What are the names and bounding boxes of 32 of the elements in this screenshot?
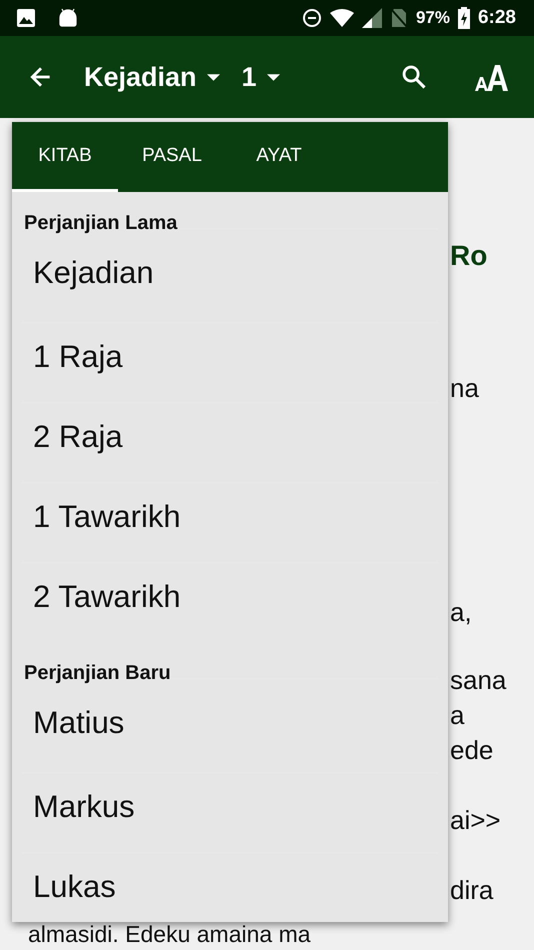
clock: 6:28 xyxy=(478,7,516,29)
chapter-dropdown[interactable]: 1 xyxy=(242,62,280,92)
android-icon xyxy=(58,8,78,28)
caret-icon xyxy=(206,74,220,80)
caret-icon xyxy=(266,74,280,80)
book-list-item[interactable]: 2 Raja xyxy=(22,402,438,482)
verse-text: a, xyxy=(450,597,473,627)
book-list-item[interactable]: 2 Tawarikh xyxy=(22,562,438,642)
verse-text: sana xyxy=(450,665,508,695)
signal-icon xyxy=(362,8,382,28)
verse-text: ai>> xyxy=(450,805,502,835)
tab[interactable]: AYAT xyxy=(226,122,332,192)
verse-text: a xyxy=(450,700,466,730)
do-not-disturb-icon xyxy=(302,8,322,28)
book-dropdown[interactable]: Kejadian xyxy=(84,62,220,92)
book-list-item[interactable]: 1 Tawarikh xyxy=(22,482,438,562)
verse-text: dira xyxy=(450,875,494,905)
search-icon[interactable] xyxy=(400,63,428,91)
verse-text: almasidi. Edeku amaina ma xyxy=(28,922,311,947)
book-list-item[interactable]: Lukas xyxy=(22,852,438,922)
no-sim-icon xyxy=(390,8,408,28)
chapter-heading: Ro xyxy=(450,240,488,272)
tab[interactable]: KITAB xyxy=(12,122,118,192)
battery-percent: 97% xyxy=(416,8,450,28)
verse-text: ede xyxy=(450,735,494,765)
image-icon xyxy=(16,8,36,28)
battery-charging-icon xyxy=(458,7,470,29)
verse-text: na xyxy=(450,373,480,403)
book-list-item[interactable]: 1 Raja xyxy=(22,322,438,402)
book-list-item[interactable]: Markus xyxy=(22,772,438,852)
tab[interactable]: PASAL xyxy=(118,122,226,192)
wifi-icon xyxy=(330,9,354,27)
